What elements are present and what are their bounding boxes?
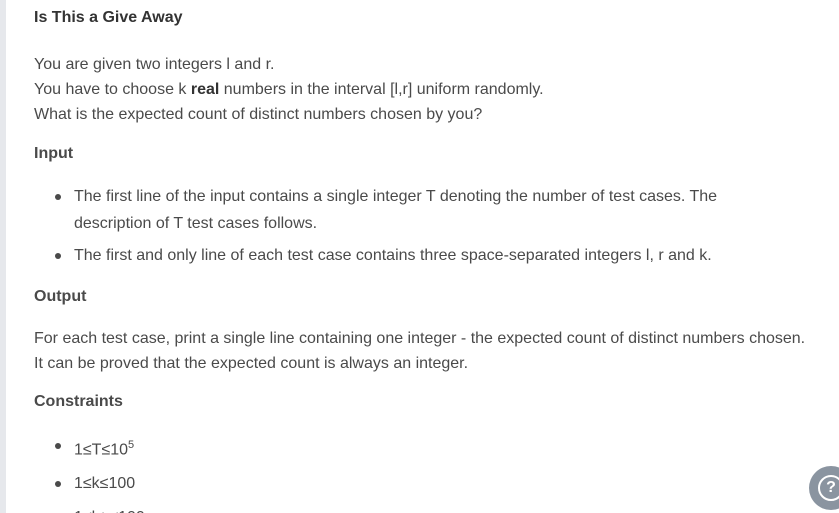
output-heading: Output [34,288,87,305]
statement-bold-real: real [190,81,220,98]
constraint-item: 1≤k≤100 [34,470,794,497]
input-item: The first and only line of each test cas… [34,242,794,269]
question-mark-icon: ? [818,475,839,501]
left-border [0,0,6,513]
statement-line-2-suffix: numbers in the interval [l,r] uniform ra… [219,81,544,98]
input-heading: Input [34,145,74,162]
problem-statement: You are given two integers l and r. You … [34,52,544,127]
statement-line-2: You have to choose k real numbers in the… [34,77,544,102]
constraint-t-exponent: 5 [128,439,135,451]
constraints-heading: Constraints [34,393,123,410]
constraint-item: 1≤l≤r≤100 [34,504,794,513]
input-list: The first line of the input contains a s… [34,183,794,274]
statement-line-2-prefix: You have to choose k [34,81,191,98]
statement-line-3: What is the expected count of distinct n… [34,106,483,123]
help-button[interactable]: ? [809,466,839,510]
input-item: The first line of the input contains a s… [34,183,794,237]
statement-line-1: You are given two integers l and r. [34,56,275,73]
constraints-list: 1≤T≤105 1≤k≤100 1≤l≤r≤100 [34,432,794,513]
output-text: For each test case, print a single line … [34,330,806,372]
constraint-item: 1≤T≤105 [34,432,794,463]
problem-title: Is This a Give Away [34,9,183,26]
constraint-t-base: 1≤T≤10 [74,441,129,459]
